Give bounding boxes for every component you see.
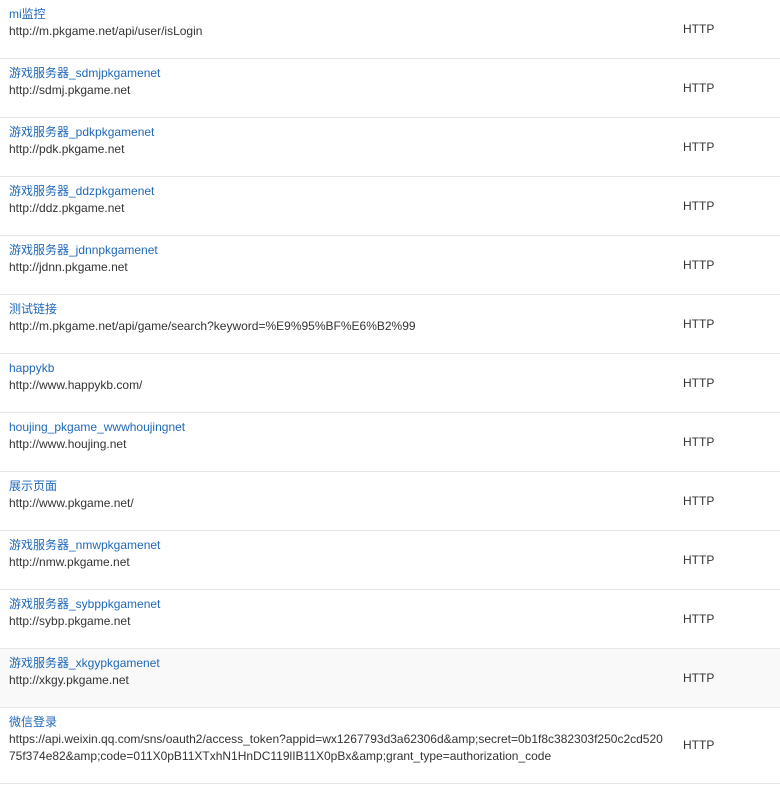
monitor-name-link[interactable]: 游戏服务器_jdnnpkgamenet — [9, 242, 669, 259]
monitor-name-cell: 游戏服务器_jdnnpkgamenet http://jdnn.pkgame.n… — [9, 242, 669, 276]
monitor-name-cell: 微信登录 https://api.weixin.qq.com/sns/oauth… — [9, 714, 669, 765]
monitor-url: http://www.pkgame.net/ — [9, 496, 134, 510]
monitor-url: http://ddz.pkgame.net — [9, 201, 125, 215]
monitor-name-cell: houjing_pkgame_wwwhoujingnet http://www.… — [9, 419, 669, 453]
monitor-url: https://api.weixin.qq.com/sns/oauth2/acc… — [9, 732, 663, 763]
monitor-list: mi监控 http://m.pkgame.net/api/user/isLogi… — [0, 0, 780, 784]
monitor-row: 游戏服务器_pdkpkgamenet http://pdk.pkgame.net… — [0, 118, 780, 177]
monitor-type: HTTP — [683, 257, 715, 272]
monitor-url: http://sybp.pkgame.net — [9, 614, 131, 628]
monitor-name-link[interactable]: houjing_pkgame_wwwhoujingnet — [9, 419, 669, 436]
monitor-url: http://sdmj.pkgame.net — [9, 83, 131, 97]
monitor-type: HTTP — [683, 670, 715, 685]
monitor-name-link[interactable]: 游戏服务器_nmwpkgamenet — [9, 537, 669, 554]
monitor-row: 游戏服务器_jdnnpkgamenet http://jdnn.pkgame.n… — [0, 236, 780, 295]
monitor-row: 展示页面 http://www.pkgame.net/ HTTP — [0, 472, 780, 531]
monitor-type: HTTP — [683, 611, 715, 626]
monitor-name-cell: 游戏服务器_sdmjpkgamenet http://sdmj.pkgame.n… — [9, 65, 669, 99]
monitor-name-link[interactable]: 游戏服务器_ddzpkgamenet — [9, 183, 669, 200]
monitor-url: http://xkgy.pkgame.net — [9, 673, 129, 687]
monitor-row: 游戏服务器_sdmjpkgamenet http://sdmj.pkgame.n… — [0, 59, 780, 118]
monitor-type: HTTP — [683, 80, 715, 95]
monitor-row: 游戏服务器_sybppkgamenet http://sybp.pkgame.n… — [0, 590, 780, 649]
monitor-name-link[interactable]: 测试链接 — [9, 301, 669, 318]
monitor-url: http://www.happykb.com/ — [9, 378, 143, 392]
monitor-name-cell: 展示页面 http://www.pkgame.net/ — [9, 478, 669, 512]
monitor-url: http://pdk.pkgame.net — [9, 142, 125, 156]
monitor-row: 微信登录 https://api.weixin.qq.com/sns/oauth… — [0, 708, 780, 784]
monitor-name-cell: 游戏服务器_sybppkgamenet http://sybp.pkgame.n… — [9, 596, 669, 630]
monitor-url: http://www.houjing.net — [9, 437, 127, 451]
monitor-url: http://m.pkgame.net/api/game/search?keyw… — [9, 319, 416, 333]
monitor-name-link[interactable]: happykb — [9, 360, 669, 377]
monitor-name-link[interactable]: 游戏服务器_sybppkgamenet — [9, 596, 669, 613]
monitor-type: HTTP — [683, 198, 715, 213]
monitor-type: HTTP — [683, 375, 715, 390]
monitor-row-hovered: 游戏服务器_xkgypkgamenet http://xkgy.pkgame.n… — [0, 649, 780, 708]
monitor-row: 测试链接 http://m.pkgame.net/api/game/search… — [0, 295, 780, 354]
monitor-name-link[interactable]: 游戏服务器_sdmjpkgamenet — [9, 65, 669, 82]
monitor-name-link[interactable]: 展示页面 — [9, 478, 669, 495]
monitor-name-link[interactable]: 微信登录 — [9, 714, 669, 731]
monitor-url: http://jdnn.pkgame.net — [9, 260, 128, 274]
monitor-name-cell: 游戏服务器_ddzpkgamenet http://ddz.pkgame.net — [9, 183, 669, 217]
monitor-name-cell: happykb http://www.happykb.com/ — [9, 360, 669, 394]
monitor-name-link[interactable]: 游戏服务器_pdkpkgamenet — [9, 124, 669, 141]
monitor-name-cell: 游戏服务器_xkgypkgamenet http://xkgy.pkgame.n… — [9, 655, 669, 689]
monitor-name-cell: 游戏服务器_nmwpkgamenet http://nmw.pkgame.net — [9, 537, 669, 571]
monitor-name-link[interactable]: 游戏服务器_xkgypkgamenet — [9, 655, 669, 672]
monitor-row: houjing_pkgame_wwwhoujingnet http://www.… — [0, 413, 780, 472]
monitor-row: 游戏服务器_ddzpkgamenet http://ddz.pkgame.net… — [0, 177, 780, 236]
monitor-type: HTTP — [683, 493, 715, 508]
monitor-type: HTTP — [683, 552, 715, 567]
monitor-type: HTTP — [683, 738, 715, 752]
monitor-type: HTTP — [683, 434, 715, 449]
monitor-type: HTTP — [683, 316, 715, 331]
monitor-name-link[interactable]: mi监控 — [9, 6, 669, 23]
monitor-name-cell: 测试链接 http://m.pkgame.net/api/game/search… — [9, 301, 669, 335]
monitor-row: mi监控 http://m.pkgame.net/api/user/isLogi… — [0, 0, 780, 59]
monitor-type: HTTP — [683, 21, 715, 36]
monitor-type: HTTP — [683, 139, 715, 154]
monitor-row: happykb http://www.happykb.com/ HTTP — [0, 354, 780, 413]
monitor-url: http://m.pkgame.net/api/user/isLogin — [9, 24, 203, 38]
monitor-name-cell: 游戏服务器_pdkpkgamenet http://pdk.pkgame.net — [9, 124, 669, 158]
monitor-row: 游戏服务器_nmwpkgamenet http://nmw.pkgame.net… — [0, 531, 780, 590]
monitor-name-cell: mi监控 http://m.pkgame.net/api/user/isLogi… — [9, 6, 669, 40]
monitor-url: http://nmw.pkgame.net — [9, 555, 130, 569]
